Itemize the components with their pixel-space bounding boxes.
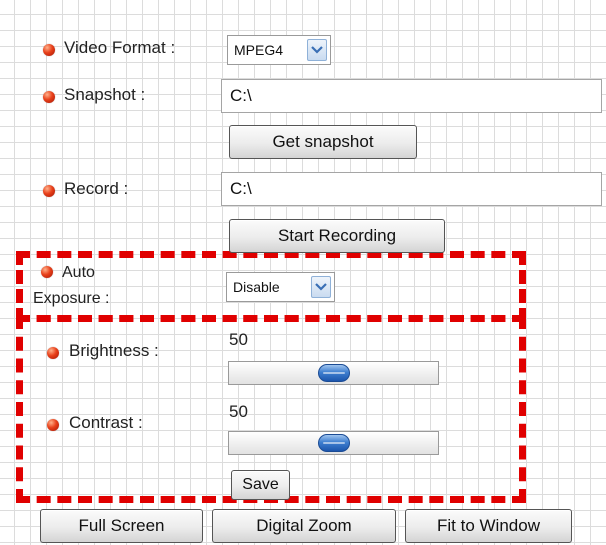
video-format-label: Video Format :: [64, 38, 176, 57]
brightness-slider-thumb[interactable]: [318, 364, 350, 382]
snapshot-bullet-icon: [43, 91, 55, 103]
brightness-bullet-icon: [47, 347, 59, 359]
auto-exposure-select[interactable]: Disable: [226, 272, 335, 302]
video-format-value: MPEG4: [234, 42, 284, 58]
digital-zoom-button[interactable]: Digital Zoom: [212, 509, 396, 543]
chevron-down-icon[interactable]: [307, 39, 327, 61]
contrast-bullet-icon: [47, 419, 59, 431]
contrast-value: 50: [229, 402, 248, 421]
snapshot-label: Snapshot :: [64, 85, 146, 104]
video-format-select[interactable]: MPEG4: [227, 35, 331, 65]
auto-exposure-label-line1: Auto: [62, 264, 95, 281]
contrast-label: Contrast :: [69, 413, 143, 432]
auto-exposure-bullet-icon: [41, 266, 53, 278]
start-recording-button[interactable]: Start Recording: [229, 219, 445, 253]
record-label: Record :: [64, 179, 129, 198]
contrast-slider-thumb[interactable]: [318, 434, 350, 452]
save-button[interactable]: Save: [231, 470, 290, 500]
chevron-down-icon[interactable]: [311, 276, 331, 298]
record-bullet-icon: [43, 185, 55, 197]
record-path-input[interactable]: [221, 172, 602, 206]
get-snapshot-button[interactable]: Get snapshot: [229, 125, 417, 159]
auto-exposure-label-line2: Exposure :: [33, 290, 110, 307]
contrast-slider[interactable]: [228, 431, 439, 455]
brightness-value: 50: [229, 330, 248, 349]
brightness-slider[interactable]: [228, 361, 439, 385]
snapshot-path-input[interactable]: [221, 79, 602, 113]
fit-to-window-button[interactable]: Fit to Window: [405, 509, 572, 543]
auto-exposure-value: Disable: [233, 279, 280, 295]
video-format-bullet-icon: [43, 44, 55, 56]
full-screen-button[interactable]: Full Screen: [40, 509, 203, 543]
brightness-label: Brightness :: [69, 341, 159, 360]
